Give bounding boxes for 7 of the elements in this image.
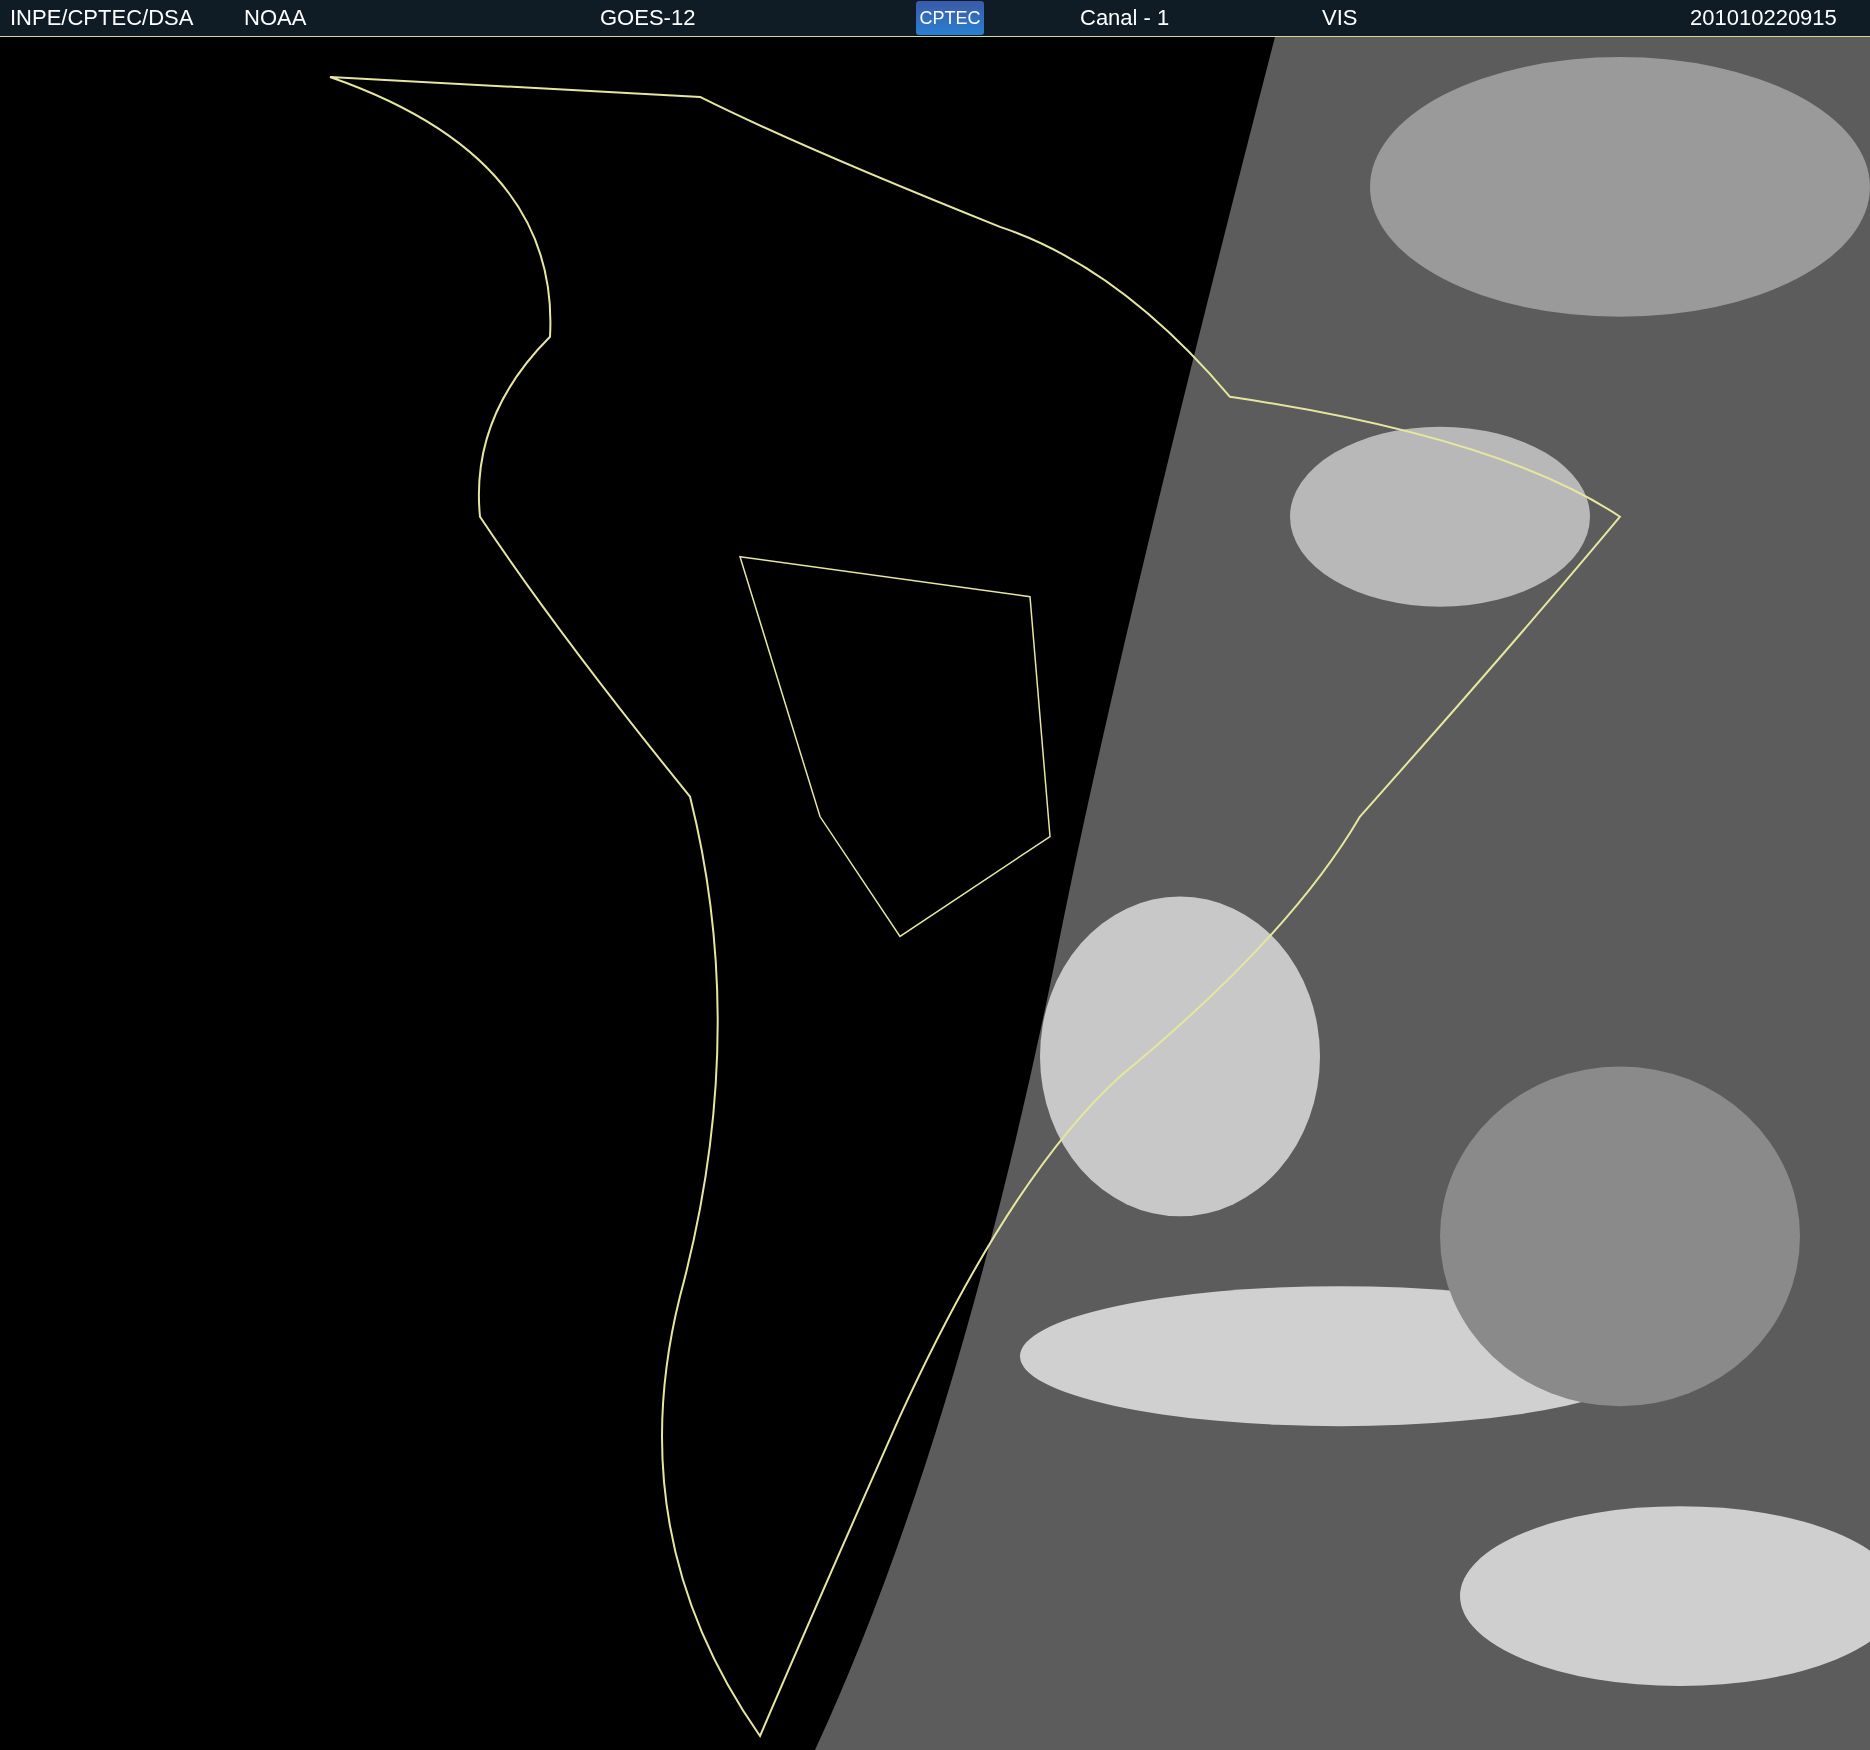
channel-label: Canal - 1	[1080, 5, 1170, 31]
logo: CPTEC	[916, 1, 984, 35]
header-label: GOES-12	[600, 5, 696, 31]
header-label: INPE/CPTEC/DSA	[10, 5, 194, 31]
timestamp: 201010220915	[1690, 5, 1837, 31]
band-label: VIS	[1322, 5, 1358, 31]
header-label: NOAA	[244, 5, 307, 31]
